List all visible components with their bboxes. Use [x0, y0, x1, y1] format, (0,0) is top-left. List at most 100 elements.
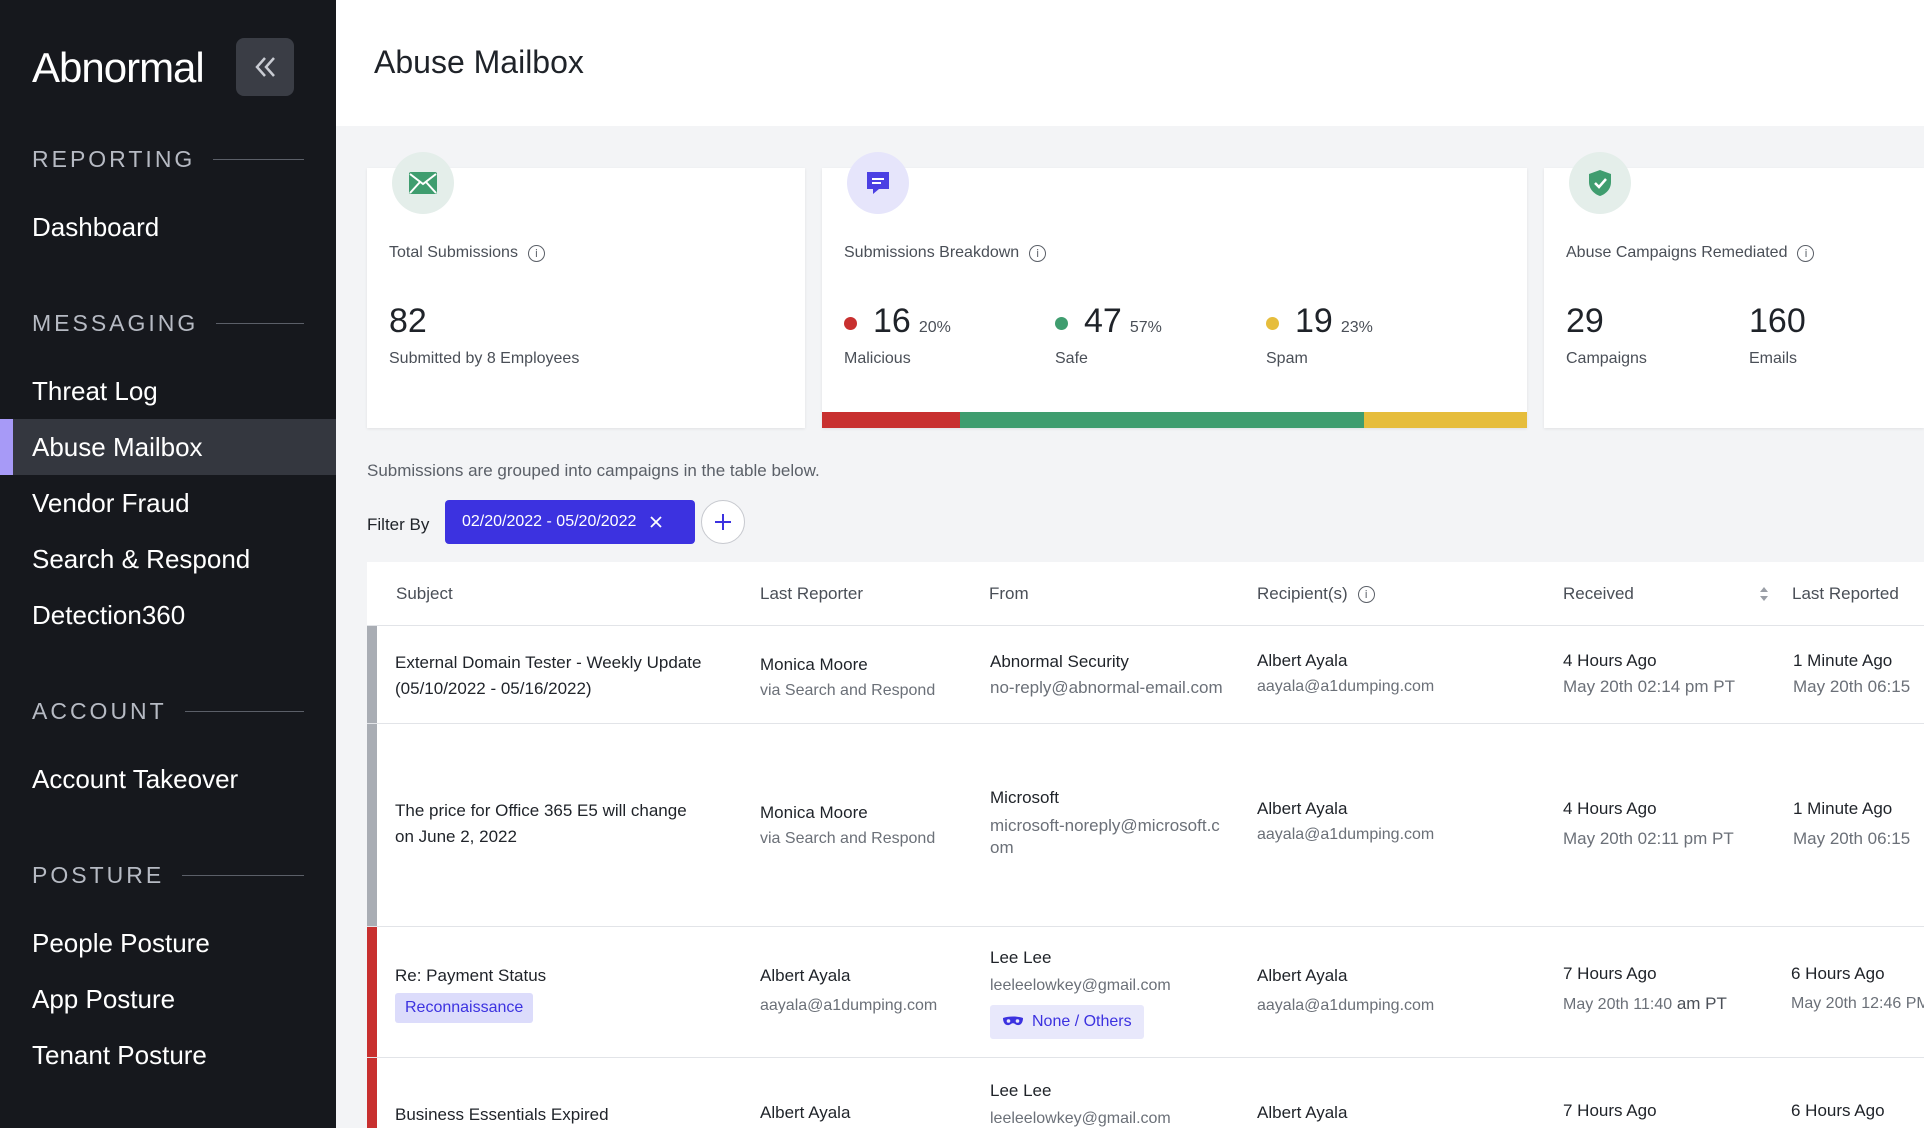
row-last-sub: May 20th 06:15 [1793, 829, 1911, 848]
envelope-icon [392, 152, 454, 214]
date-filter-chip[interactable]: 02/20/2022 - 05/20/2022 [445, 500, 695, 544]
safe-dot [1055, 316, 1068, 330]
section-reporting: REPORTING [32, 146, 304, 173]
section-messaging: MESSAGING [32, 310, 304, 337]
malicious-label: Malicious [844, 350, 911, 367]
row-subject[interactable]: External Domain Tester - Weekly Update (… [395, 650, 715, 702]
row-subject[interactable]: Re: Payment Status [395, 963, 546, 989]
row-from: Lee Lee [990, 1081, 1052, 1100]
sidebar-item-threat-log[interactable]: Threat Log [0, 363, 336, 419]
sidebar-item-abuse-mailbox[interactable]: Abuse Mailbox [0, 419, 336, 475]
sidebar-item-search-respond[interactable]: Search & Respond [0, 531, 336, 587]
sidebar-item-vendor-fraud[interactable]: Vendor Fraud [0, 475, 336, 531]
info-icon[interactable]: i [1357, 585, 1375, 603]
row-received: 7 Hours Ago [1563, 964, 1657, 983]
column-header-recipients[interactable]: Recipient(s) i [1257, 562, 1375, 626]
row-last: 1 Minute Ago [1793, 651, 1893, 670]
row-from-sub: leeleelowkey@gmail.com [990, 977, 1171, 994]
row-reporter: Albert Ayala [760, 966, 851, 985]
sidebar: Abnormal REPORTING Dashboard MESSAGING T… [0, 0, 336, 1128]
row-last-sub: May 20th 06:15 [1793, 677, 1911, 696]
row-received-sub: May 20th 02:11 pm PT [1563, 829, 1734, 848]
table-row[interactable]: The price for Office 365 E5 will change … [367, 724, 1924, 927]
malicious-dot [844, 316, 857, 330]
column-header-from[interactable]: From [989, 562, 1029, 626]
sidebar-item-detection360[interactable]: Detection360 [0, 587, 336, 643]
double-chevron-left-icon [255, 57, 275, 77]
sender-type-tag: None / Others [990, 1005, 1144, 1039]
row-received: 7 Hours Ago [1563, 1101, 1657, 1120]
top-bar: Abuse Mailbox [336, 0, 1924, 126]
row-recipient-sub: aayala@a1dumping.com [1257, 997, 1435, 1014]
row-from-sub: leeleelowkey@gmail.com [990, 1110, 1171, 1127]
info-icon[interactable]: i [1029, 244, 1047, 262]
row-last: 6 Hours Ago [1791, 964, 1885, 983]
malicious-value: 16 20% [844, 302, 951, 341]
table-row[interactable]: Business Essentials Expired Albert Ayala… [367, 1058, 1924, 1128]
row-from: Lee Lee [990, 948, 1052, 967]
row-last: 6 Hours Ago [1791, 1101, 1885, 1120]
row-received-sub: May 20th 11:40 [1563, 996, 1673, 1013]
row-subject[interactable]: The price for Office 365 E5 will change … [395, 798, 695, 850]
row-last-sub: May 20th 12:46 PM [1791, 995, 1924, 1012]
sidebar-item-people-posture[interactable]: People Posture [0, 915, 336, 971]
submissions-breakdown-card: Submissions Breakdown i 16 20% Malicious 4… [822, 152, 1527, 428]
row-reporter-sub: via Search and Respond [760, 682, 936, 699]
submissions-table: Subject Last Reporter From Recipient(s) i… [367, 562, 1924, 1128]
info-icon[interactable]: i [527, 244, 545, 262]
row-received-sub: May 20th 02:14 pm PT [1563, 677, 1735, 696]
row-received: 4 Hours Ago [1563, 799, 1657, 818]
total-submissions-label: Total Submissions [389, 244, 518, 261]
campaigns-remediated-card: Abuse Campaigns Remediated i 29 Campaigns… [1544, 152, 1924, 428]
total-submissions-sub: Submitted by 8 Employees [389, 350, 580, 367]
message-icon [847, 152, 909, 214]
emails-value: 160 [1749, 302, 1806, 340]
sidebar-item-account-takeover[interactable]: Account Takeover [0, 751, 336, 807]
sidebar-item-tenant-posture[interactable]: Tenant Posture [0, 1027, 336, 1083]
safe-label: Safe [1055, 350, 1088, 367]
column-header-last-reporter[interactable]: Last Reporter [760, 562, 863, 626]
shield-check-icon [1569, 152, 1631, 214]
row-reporter-sub: aayala@a1dumping.com [760, 997, 938, 1014]
spam-label: Spam [1266, 350, 1308, 367]
spam-dot [1266, 316, 1279, 330]
column-header-last-reported[interactable]: Last Reported [1792, 562, 1899, 626]
spam-value: 19 23% [1266, 302, 1373, 341]
column-header-received[interactable]: Received [1563, 562, 1634, 626]
row-recipient: Albert Ayala [1257, 799, 1348, 818]
row-from-sub: no-reply@abnormal-email.com [990, 678, 1223, 697]
close-icon[interactable] [650, 516, 663, 528]
row-reporter: Monica Moore [760, 655, 868, 674]
date-filter-label: 02/20/2022 - 05/20/2022 [462, 513, 637, 530]
sidebar-item-app-posture[interactable]: App Posture [0, 971, 336, 1027]
campaigns-label: Campaigns [1566, 350, 1647, 367]
row-from: Microsoft [990, 788, 1059, 807]
row-recipient-sub: aayala@a1dumping.com [1257, 678, 1435, 695]
plus-icon [715, 514, 731, 530]
sidebar-item-dashboard[interactable]: Dashboard [0, 199, 336, 255]
remediated-label: Abuse Campaigns Remediated [1566, 244, 1788, 261]
grouping-note: Submissions are grouped into campaigns i… [367, 461, 820, 480]
mask-icon [1003, 1016, 1023, 1026]
info-icon[interactable]: i [1797, 244, 1815, 262]
collapse-sidebar-button[interactable] [236, 38, 294, 96]
table-row[interactable]: Re: Payment Status Reconnaissance Albert … [367, 927, 1924, 1058]
section-account: ACCOUNT [32, 698, 304, 725]
sort-icon[interactable] [1758, 562, 1770, 626]
row-received: 4 Hours Ago [1563, 651, 1657, 670]
row-subject[interactable]: Business Essentials Expired [395, 1102, 609, 1128]
breakdown-bar-spam [1363, 412, 1527, 428]
row-reporter: Albert Ayala [760, 1103, 851, 1122]
table-row[interactable]: External Domain Tester - Weekly Update (… [367, 626, 1924, 724]
section-posture: POSTURE [32, 862, 304, 889]
add-filter-button[interactable] [701, 500, 745, 544]
row-received-sub2: am PT [1676, 994, 1727, 1013]
abnormal-logo: Abnormal [32, 44, 205, 91]
column-header-subject[interactable]: Subject [396, 562, 453, 626]
breakdown-bar-malicious [822, 412, 960, 428]
row-reporter: Monica Moore [760, 803, 868, 822]
attack-type-tag: Reconnaissance [395, 993, 534, 1023]
total-submissions-card: Total Submissions i 82 Submitted by 8 Emp… [367, 152, 805, 428]
row-recipient: Albert Ayala [1257, 1103, 1348, 1122]
campaigns-value: 29 [1566, 302, 1604, 340]
